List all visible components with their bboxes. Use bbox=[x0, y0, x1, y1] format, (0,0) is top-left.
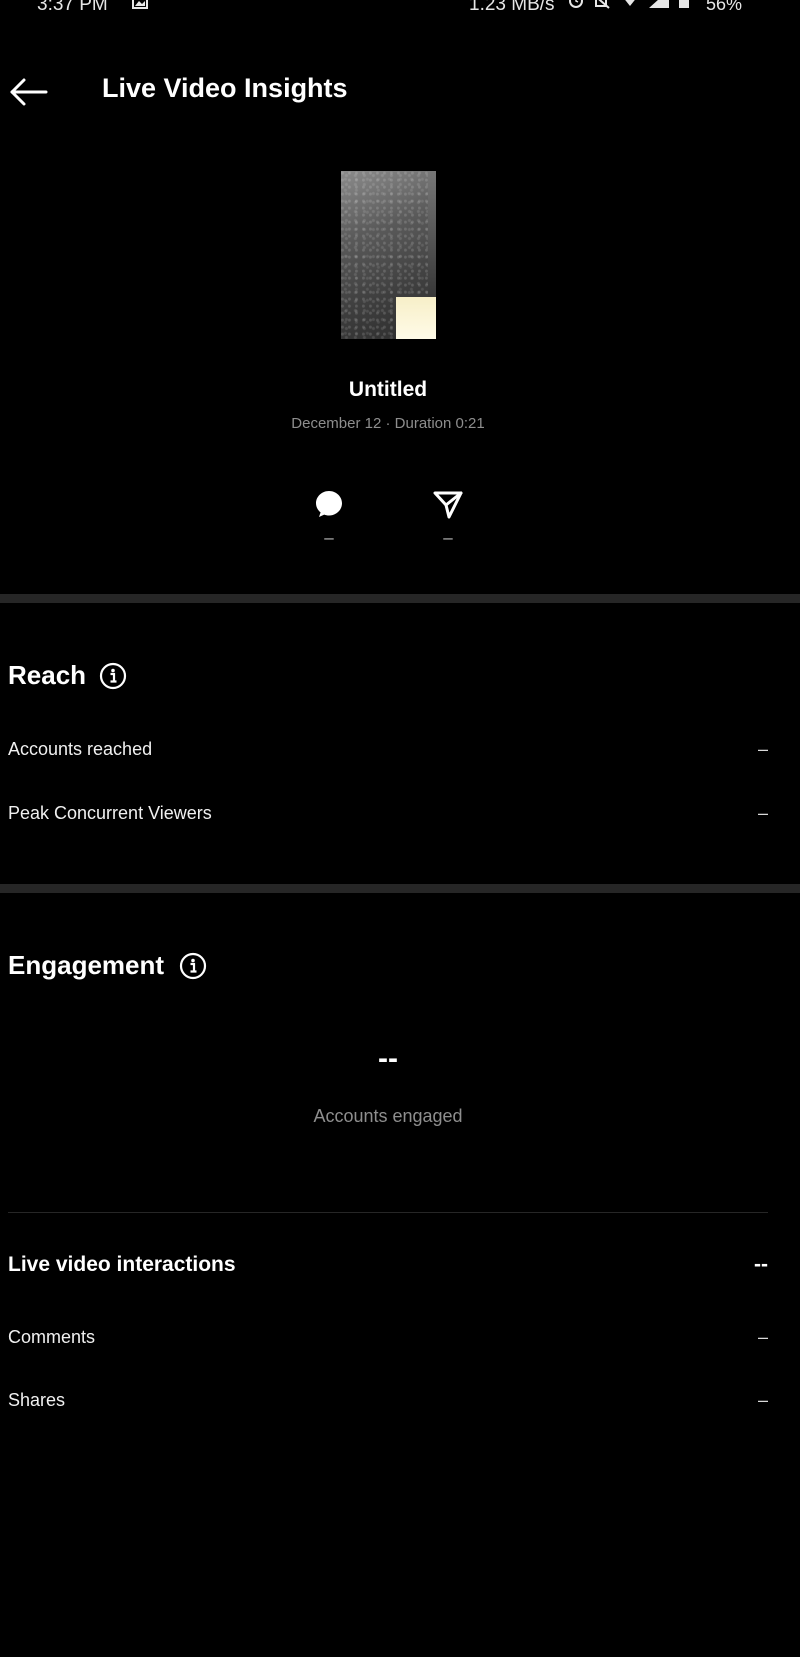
wifi-icon bbox=[625, 0, 635, 6]
comments-count: – bbox=[324, 528, 334, 547]
live-video-title: Untitled bbox=[348, 378, 428, 401]
signal-icon bbox=[649, 0, 669, 8]
comments-label: Comments bbox=[8, 1327, 96, 1347]
battery-icon bbox=[679, 0, 689, 8]
back-arrow-icon[interactable] bbox=[8, 72, 48, 112]
gallery-icon bbox=[132, 0, 148, 9]
shares-value: – bbox=[757, 1390, 768, 1410]
accounts-reached-label: Accounts reached bbox=[8, 739, 153, 759]
share-icon[interactable] bbox=[432, 488, 464, 520]
comments-value: – bbox=[757, 1327, 768, 1347]
engagement-divider bbox=[8, 1212, 768, 1213]
mute-icon bbox=[595, 0, 610, 9]
section-divider bbox=[0, 884, 800, 893]
live-video-interactions-title: Live video interactions bbox=[8, 1253, 236, 1276]
shares-count: – bbox=[443, 528, 453, 547]
reach-title: Reach bbox=[8, 660, 87, 690]
live-video-date-duration: December 12 · Duration 0:21 bbox=[291, 415, 485, 432]
accounts-engaged-value: -- bbox=[378, 1042, 398, 1075]
accounts-reached-value: – bbox=[757, 739, 768, 759]
live-video-interactions-value: -- bbox=[754, 1253, 768, 1276]
peak-concurrent-viewers-value: – bbox=[757, 803, 768, 823]
reach-info-icon[interactable] bbox=[99, 662, 127, 690]
status-icons bbox=[569, 0, 689, 9]
page-title: Live Video Insights bbox=[102, 73, 348, 103]
comment-icon[interactable] bbox=[313, 488, 345, 520]
status-network-speed: 1.23 MB/s bbox=[469, 0, 555, 15]
engagement-info-icon[interactable] bbox=[179, 952, 207, 980]
status-time: 3:37 PM bbox=[37, 0, 108, 15]
engagement-title: Engagement bbox=[8, 950, 165, 980]
status-battery-percent: 56% bbox=[706, 0, 743, 14]
shares-label: Shares bbox=[8, 1390, 66, 1410]
accounts-engaged-label: Accounts engaged bbox=[313, 1106, 463, 1126]
live-video-thumbnail[interactable] bbox=[341, 171, 436, 339]
section-divider bbox=[0, 594, 800, 603]
peak-concurrent-viewers-label: Peak Concurrent Viewers bbox=[8, 803, 212, 823]
alarm-icon bbox=[569, 0, 583, 8]
